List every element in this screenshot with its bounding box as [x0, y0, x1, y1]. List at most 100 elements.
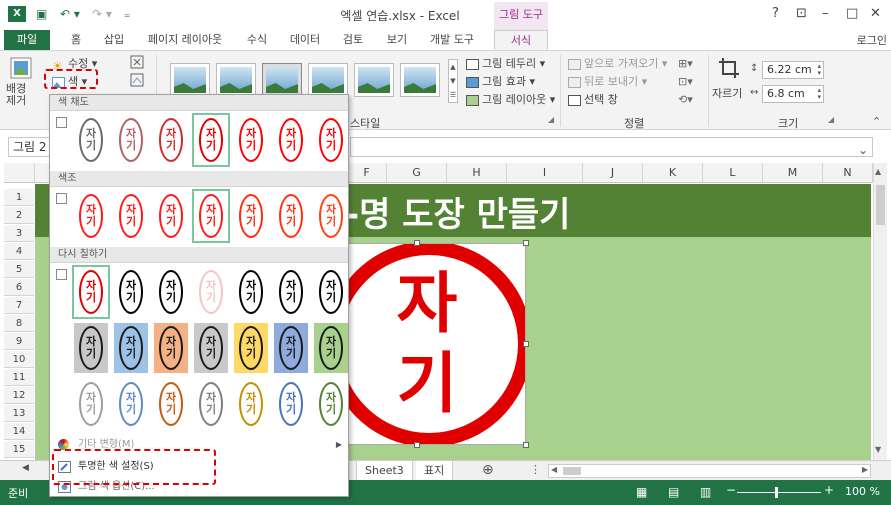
recolor-swatch[interactable]: 자 기 [114, 379, 148, 429]
horizontal-scrollbar[interactable]: ◀ ▶ [548, 464, 871, 478]
tone-swatch[interactable]: 자 기 [114, 191, 148, 241]
scroll-left-icon[interactable]: ◀ [551, 465, 557, 474]
bring-forward-button[interactable]: 앞으로 가져오기 ▾ [568, 55, 667, 71]
recolor-swatch[interactable]: 자 기 [274, 267, 308, 317]
row-header[interactable]: 1 [4, 189, 34, 206]
row-header[interactable]: 4 [4, 243, 34, 260]
picture-style-thumb[interactable] [262, 63, 302, 97]
column-header[interactable]: G [387, 163, 447, 183]
zoom-in-icon[interactable]: + [824, 483, 834, 497]
row-header[interactable]: 13 [4, 405, 34, 422]
recolor-swatch[interactable]: 자 기 [314, 267, 348, 317]
picture-effects-button[interactable]: 그림 효과 ▾ [466, 73, 535, 89]
saturation-swatch[interactable]: 자 기 [234, 115, 268, 165]
saturation-swatch[interactable]: 자 기 [114, 115, 148, 165]
tab-split-icon[interactable]: ⋮ [530, 463, 541, 476]
tab-formulas[interactable]: 수식 [240, 30, 274, 50]
save-icon[interactable]: ▣ [36, 7, 47, 21]
recolor-swatch[interactable]: 자 기 [234, 379, 268, 429]
recolor-swatch[interactable]: 자 기 [314, 323, 348, 373]
tab-view[interactable]: 보기 [380, 30, 414, 50]
selection-pane-button[interactable]: 선택 창 [568, 91, 618, 107]
column-header[interactable]: L [703, 163, 763, 183]
close-icon[interactable]: ✕ [870, 6, 881, 21]
recolor-swatch[interactable]: 자 기 [72, 265, 110, 319]
saturation-swatch[interactable]: 자 기 [314, 115, 348, 165]
recolor-swatch[interactable]: 자 기 [74, 379, 108, 429]
recolor-swatch[interactable]: 자 기 [194, 267, 228, 317]
collapse-ribbon-icon[interactable]: ⌃ [872, 115, 881, 128]
tone-swatch[interactable]: 자 기 [74, 191, 108, 241]
scroll-right-icon[interactable]: ▶ [862, 465, 868, 474]
expand-formula-bar-icon[interactable]: ⌄ [858, 143, 868, 157]
tone-swatch[interactable]: 자 기 [154, 191, 188, 241]
vertical-scrollbar[interactable]: ▲ ▼ [873, 163, 887, 460]
row-header[interactable]: 3 [4, 225, 34, 242]
column-header[interactable]: H [447, 163, 507, 183]
resize-handle[interactable] [414, 442, 420, 448]
picture-border-button[interactable]: 그림 테두리 ▾ [466, 55, 545, 71]
recolor-swatch[interactable]: 자 기 [114, 267, 148, 317]
minimize-icon[interactable]: – [822, 6, 829, 21]
column-header[interactable]: I [507, 163, 583, 183]
recolor-swatch[interactable]: 자 기 [74, 323, 108, 373]
height-field[interactable]: 6.22 cm ▴ ▾ [762, 61, 824, 79]
height-spinner-icon[interactable]: ▴ ▾ [817, 63, 821, 77]
recolor-swatch[interactable]: 자 기 [154, 379, 188, 429]
picture-style-thumb[interactable] [354, 63, 394, 97]
saturation-swatch[interactable]: 자 기 [192, 113, 230, 167]
zoom-level[interactable]: 100 % [845, 485, 880, 498]
sheet-tab-sheet3[interactable]: Sheet3 [356, 461, 413, 481]
saturation-swatch[interactable]: 자 기 [74, 115, 108, 165]
width-field[interactable]: 6.8 cm ▴ ▾ [762, 85, 824, 103]
row-header[interactable]: 14 [4, 423, 34, 440]
tab-review[interactable]: 검토 [336, 30, 370, 50]
row-header[interactable]: 8 [4, 315, 34, 332]
column-header[interactable]: F [347, 163, 387, 183]
size-dialog-launcher-icon[interactable]: ◢ [828, 115, 834, 124]
column-header[interactable]: N [823, 163, 873, 183]
tab-home[interactable]: 홈 [62, 30, 90, 50]
hscroll-thumb[interactable] [563, 467, 581, 475]
tone-swatch[interactable]: 자 기 [314, 191, 348, 241]
maximize-icon[interactable]: □ [846, 6, 858, 21]
recolor-swatch[interactable]: 자 기 [274, 379, 308, 429]
align-rotate-icons[interactable]: ⊞▾ ⊡▾ ⟲▾ [678, 55, 693, 109]
row-header[interactable]: 10 [4, 351, 34, 368]
column-header[interactable]: K [643, 163, 703, 183]
select-all-corner[interactable] [4, 163, 35, 183]
width-spinner-icon[interactable]: ▴ ▾ [817, 87, 821, 101]
row-header[interactable]: 11 [4, 369, 34, 386]
picture-style-thumb[interactable] [216, 63, 256, 97]
row-header[interactable]: 5 [4, 261, 34, 278]
formula-input[interactable]: ⌄ [350, 137, 873, 157]
login-link[interactable]: 로그인 [857, 32, 887, 48]
row-header[interactable]: 7 [4, 297, 34, 314]
tone-swatch[interactable]: 자 기 [274, 191, 308, 241]
stamp-picture[interactable]: 자 기 [320, 243, 526, 445]
tab-data[interactable]: 데이터 [284, 30, 326, 50]
styles-gallery-scroll[interactable]: ▲ ▼ ☰ [448, 59, 458, 103]
sheet-tab-cover[interactable]: 표지 [416, 461, 454, 481]
recolor-swatch[interactable]: 자 기 [274, 323, 308, 373]
scroll-down-icon[interactable]: ▼ [875, 445, 881, 454]
change-picture-icon[interactable] [130, 73, 144, 87]
saturation-swatch[interactable]: 자 기 [154, 115, 188, 165]
picture-layout-button[interactable]: 그림 레이아웃 ▾ [466, 91, 555, 107]
recolor-swatch[interactable]: 자 기 [234, 267, 268, 317]
normal-view-icon[interactable]: ▦ [636, 485, 647, 499]
tab-insert[interactable]: 삽입 [96, 30, 132, 50]
recolor-swatch[interactable]: 자 기 [234, 323, 268, 373]
row-header[interactable]: 9 [4, 333, 34, 350]
recolor-swatch[interactable]: 자 기 [194, 323, 228, 373]
recolor-swatch[interactable]: 자 기 [194, 379, 228, 429]
zoom-slider[interactable] [737, 492, 821, 493]
redo-icon[interactable]: ↷ ▾ [92, 7, 112, 21]
qat-customize-icon[interactable]: ₌ [124, 7, 130, 21]
column-header[interactable]: M [763, 163, 823, 183]
tab-developer[interactable]: 개발 도구 [424, 30, 480, 50]
add-sheet-icon[interactable]: ⊕ [482, 462, 494, 478]
resize-handle[interactable] [523, 240, 529, 246]
scroll-up-icon[interactable]: ▲ [875, 167, 881, 176]
page-layout-view-icon[interactable]: ▤ [668, 485, 679, 499]
